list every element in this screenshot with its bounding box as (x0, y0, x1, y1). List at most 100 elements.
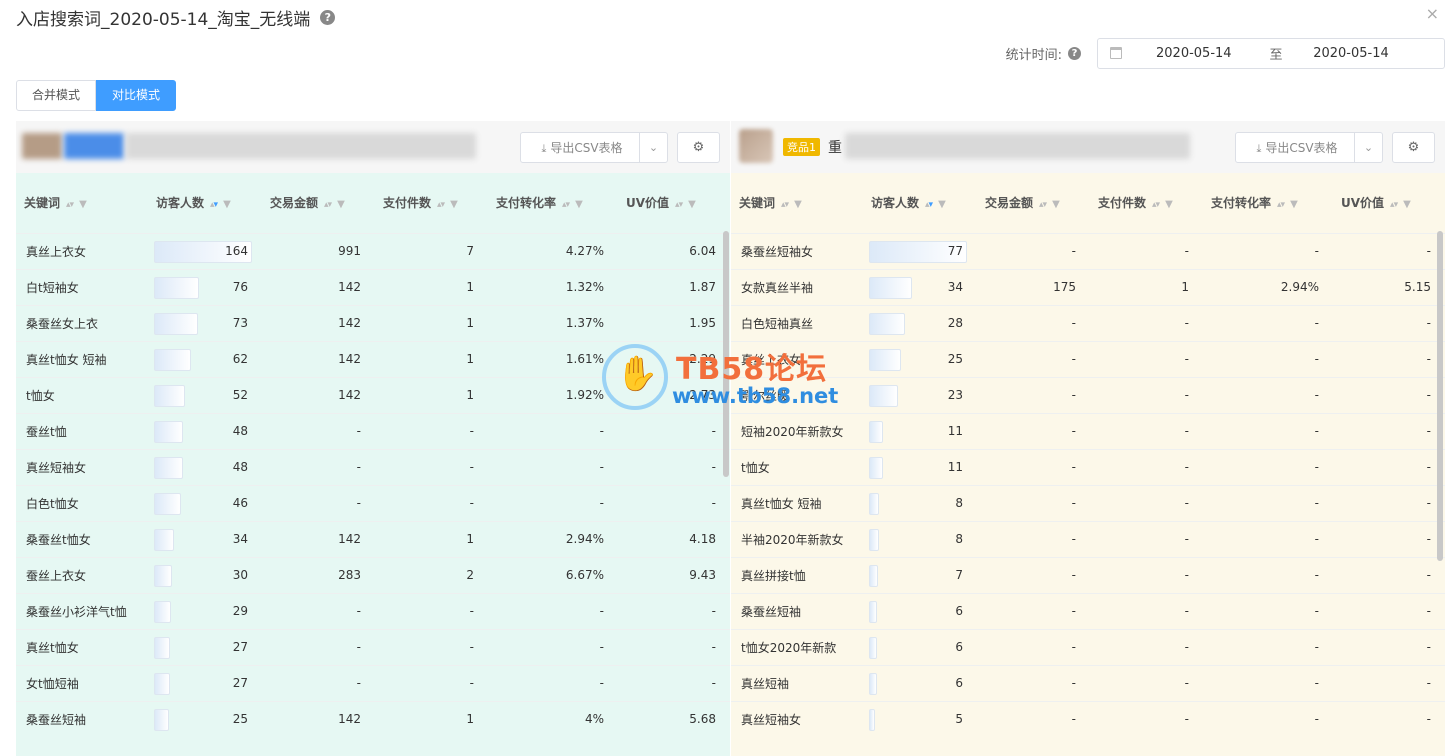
table-row[interactable]: 桑蚕丝短袖 25 142 1 4% 5.68 (16, 700, 730, 737)
amount-cell: 142 (262, 340, 375, 377)
column-header[interactable]: 支付转化率 ▴▾ ▼ (488, 173, 618, 233)
uv-value-cell: 1.87 (618, 268, 730, 305)
column-header[interactable]: 关键词 ▴▾ ▼ (16, 173, 148, 233)
table-row[interactable]: t恤女 11- - - - (731, 448, 1445, 485)
help-icon[interactable]: ? (320, 9, 336, 25)
column-header[interactable]: 支付件数 ▴▾ ▼ (1090, 173, 1203, 233)
gear-icon[interactable]: ⚙ (1392, 132, 1435, 163)
filter-icon[interactable]: ▼ (79, 199, 87, 210)
competitor-name-prefix: 重 (828, 140, 842, 156)
table-row[interactable]: 女款真丝半袖 34 175 1 2.94% 5.15 (731, 268, 1445, 305)
table-row[interactable]: 白色t恤女 46- - - - (16, 484, 730, 521)
column-header[interactable]: 支付转化率 ▴▾ ▼ (1203, 173, 1333, 233)
visitors-value: 5 (955, 712, 963, 727)
close-icon[interactable]: × (1426, 4, 1439, 23)
table-row[interactable]: 真丝短袖女 48- - - - (16, 448, 730, 485)
sort-icon[interactable]: ▴▾ (925, 200, 933, 210)
table-row[interactable]: t恤女 52 142 1 1.92% 2.73 (16, 376, 730, 413)
column-header[interactable]: 访客人数 ▴▾ ▼ (863, 173, 977, 233)
chevron-down-icon[interactable]: ⌄ (1354, 133, 1382, 162)
filter-icon[interactable]: ▼ (223, 199, 231, 210)
keyword-cell: 真丝拼接t恤 (731, 556, 863, 593)
column-header[interactable]: UV价值 ▴▾ ▼ (618, 173, 730, 233)
sort-icon[interactable]: ▴▾ (210, 200, 218, 210)
column-header[interactable]: 交易金额 ▴▾ ▼ (262, 173, 375, 233)
compare-mode-tab[interactable]: 对比模式 (96, 80, 177, 111)
table-row[interactable]: 女t恤短袖 27- - - - (16, 664, 730, 701)
visitor-bar (869, 708, 875, 731)
sort-icon[interactable]: ▴▾ (1390, 200, 1398, 210)
stat-help-icon[interactable]: ? (1068, 46, 1081, 60)
uv-value-cell: - (1333, 628, 1445, 665)
filter-icon[interactable]: ▼ (450, 199, 458, 210)
amount-cell: - (977, 304, 1090, 341)
visitors-cell: 6 (863, 628, 977, 665)
sort-icon[interactable]: ▴▾ (562, 200, 570, 210)
sort-icon[interactable]: ▴▾ (437, 200, 445, 210)
filter-icon[interactable]: ▼ (688, 199, 696, 210)
filter-icon[interactable]: ▼ (337, 199, 345, 210)
table-row[interactable]: 真丝t恤女 27- - - - (16, 628, 730, 665)
column-header[interactable]: 支付件数 ▴▾ ▼ (375, 173, 488, 233)
table-row[interactable]: 真丝上衣女 164 991 7 4.27% 6.04 (16, 232, 730, 269)
table-row[interactable]: 白色短袖真丝 28- - - - (731, 304, 1445, 341)
table-row[interactable]: 真丝t恤女 短袖 8- - - - (731, 484, 1445, 521)
amount-cell: 991 (262, 232, 375, 269)
column-header[interactable]: 关键词 ▴▾ ▼ (731, 173, 863, 233)
filter-icon[interactable]: ▼ (1052, 199, 1060, 210)
table-row[interactable]: 真丝t恤女 短袖 62 142 1 1.61% 2.29 (16, 340, 730, 377)
scrollbar-thumb[interactable] (723, 231, 729, 477)
keyword-cell: 真丝t恤女 短袖 (16, 340, 148, 377)
merge-mode-tab[interactable]: 合并模式 (16, 80, 97, 111)
table-row[interactable]: 半袖2020年新款女 8- - - - (731, 520, 1445, 557)
table-row[interactable]: 短袖2020年新款女 11- - - - (731, 412, 1445, 449)
conversion-cell: - (1203, 484, 1333, 521)
sort-icon[interactable]: ▴▾ (324, 200, 332, 210)
conversion-cell: - (1203, 376, 1333, 413)
table-row[interactable]: 桑蚕丝小衫洋气t恤 29- - - - (16, 592, 730, 629)
end-date[interactable]: 2020-05-14 (1306, 46, 1396, 61)
filter-icon[interactable]: ▼ (794, 199, 802, 210)
sort-icon[interactable]: ▴▾ (1277, 200, 1285, 210)
scrollbar-thumb[interactable] (1437, 231, 1443, 561)
table-row[interactable]: 真丝拼接t恤 7- - - - (731, 556, 1445, 593)
keyword-cell: 白色短袖真丝 (731, 304, 863, 341)
table-row[interactable]: t恤女2020年新款 6- - - - (731, 628, 1445, 665)
column-header[interactable]: 交易金额 ▴▾ ▼ (977, 173, 1090, 233)
date-range-picker[interactable]: 2020-05-14 至 2020-05-14 (1097, 37, 1445, 69)
sort-icon[interactable]: ▴▾ (781, 200, 789, 210)
table-row[interactable]: 真丝上衣女 25- - - - (731, 340, 1445, 377)
keyword-cell: 女款真丝半袖 (731, 268, 863, 305)
shop-name-blur (126, 133, 476, 159)
filter-icon[interactable]: ▼ (938, 199, 946, 210)
column-header[interactable]: 访客人数 ▴▾ ▼ (148, 173, 262, 233)
table-row[interactable]: 桑蚕丝t恤女 34 142 1 2.94% 4.18 (16, 520, 730, 557)
table-row[interactable]: 真丝短袖 6- - - - (731, 664, 1445, 701)
visitors-cell: 8 (863, 520, 977, 557)
filter-icon[interactable]: ▼ (1165, 199, 1173, 210)
gear-icon[interactable]: ⚙ (677, 132, 720, 163)
column-header[interactable]: UV价值 ▴▾ ▼ (1333, 173, 1445, 233)
sort-icon[interactable]: ▴▾ (1152, 200, 1160, 210)
table-row[interactable]: 真丝短袖女 5- - - - (731, 700, 1445, 737)
export-csv-button[interactable]: ⤓ 导出CSV表格 ⌄ (520, 132, 668, 163)
filter-icon[interactable]: ▼ (575, 199, 583, 210)
filter-icon[interactable]: ▼ (1403, 199, 1411, 210)
table-row[interactable]: 鄂尔丝暖 23- - - - (731, 376, 1445, 413)
table-row[interactable]: 桑蚕丝女上衣 73 142 1 1.37% 1.95 (16, 304, 730, 341)
start-date[interactable]: 2020-05-14 (1156, 46, 1246, 61)
table-row[interactable]: 蚕丝t恤 48- - - - (16, 412, 730, 449)
chevron-down-icon[interactable]: ⌄ (639, 133, 667, 162)
mode-tabs: 合并模式 对比模式 (16, 80, 177, 111)
visitors-value: 8 (955, 496, 963, 510)
sort-icon[interactable]: ▴▾ (1039, 200, 1047, 210)
filter-icon[interactable]: ▼ (1290, 199, 1298, 210)
sort-icon[interactable]: ▴▾ (66, 200, 74, 210)
table-row[interactable]: 蚕丝上衣女 30 283 2 6.67% 9.43 (16, 556, 730, 593)
competitor-export-csv-button[interactable]: ⤓ 导出CSV表格 ⌄ (1235, 132, 1383, 163)
table-row[interactable]: 桑蚕丝短袖女 77- - - - (731, 232, 1445, 269)
table-row[interactable]: 白t短袖女 76 142 1 1.32% 1.87 (16, 268, 730, 305)
sort-icon[interactable]: ▴▾ (675, 200, 683, 210)
table-row[interactable]: 桑蚕丝短袖 6- - - - (731, 592, 1445, 629)
visitor-bar (154, 276, 199, 299)
